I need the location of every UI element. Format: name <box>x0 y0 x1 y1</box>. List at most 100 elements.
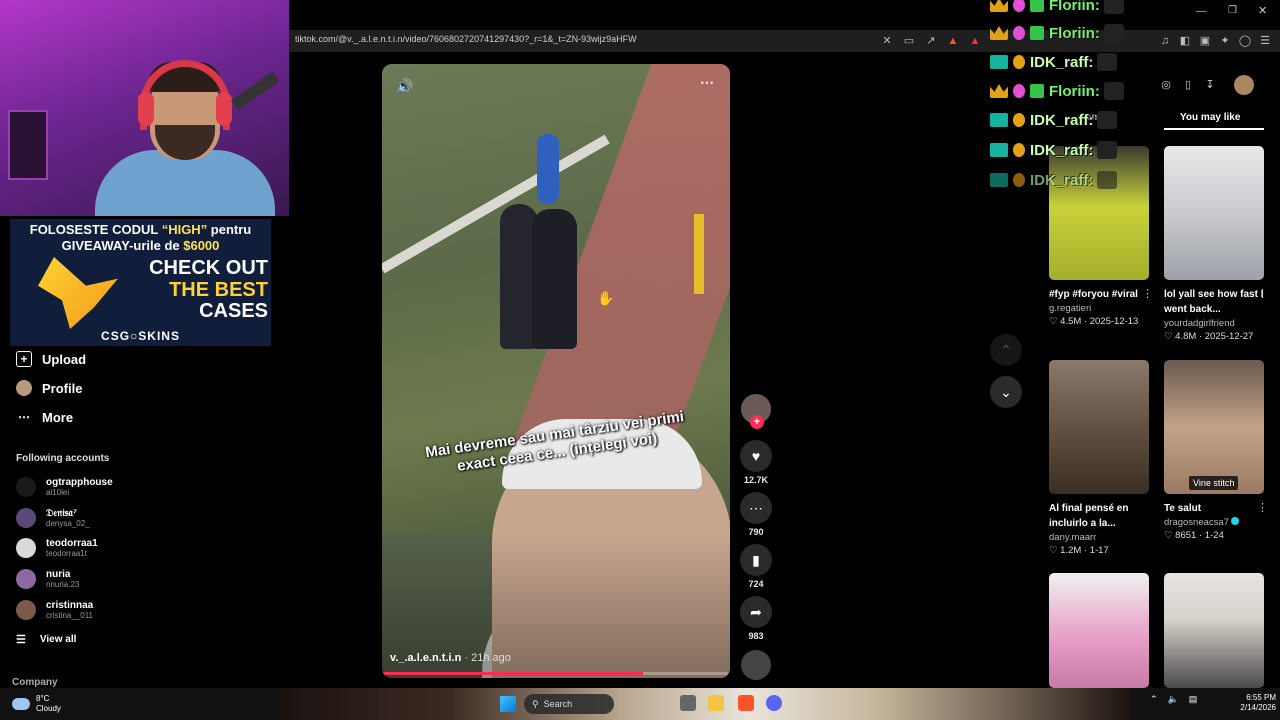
previous-video-button[interactable]: ⌃ <box>990 334 1022 366</box>
save-action[interactable]: ▮ 724 <box>740 544 772 589</box>
video-author[interactable]: v._.a.l.e.n.t.i.n <box>390 652 461 664</box>
vpn-shield-icon[interactable]: ◯ <box>1237 33 1253 49</box>
brave-rewards-icon[interactable]: ▲ <box>967 33 983 49</box>
webcam-headset-ear-left <box>138 92 154 126</box>
recommended-video-card[interactable]: Vine stitch Te salut dragosneacsa7 ♡ 865… <box>1164 360 1268 541</box>
nav-profile[interactable]: Profile <box>16 377 82 399</box>
share-icon[interactable]: ↗ <box>923 33 939 49</box>
card-author[interactable]: dragosneacsa7 <box>1164 517 1229 528</box>
follow-plus-icon[interactable]: + <box>750 415 764 429</box>
nav-upload[interactable]: + Upload <box>16 348 86 370</box>
subscriber-badge-icon <box>1013 55 1025 69</box>
brave-shields-icon[interactable]: ▲ <box>945 33 961 49</box>
volume-icon[interactable]: 🔊 <box>396 78 413 95</box>
share-arrow-icon[interactable]: ➦ <box>740 596 772 628</box>
recommended-video-card[interactable]: Al final pensé en incluirlo a la... dany… <box>1049 360 1149 556</box>
card-date: 2025-12-13 <box>1089 316 1139 327</box>
video-thumbnail[interactable]: Vine stitch <box>1164 360 1264 494</box>
brave-browser-icon[interactable] <box>738 695 754 711</box>
phone-icon[interactable]: ▯ <box>1178 75 1198 95</box>
card-author[interactable]: g.regatieri <box>1049 303 1149 314</box>
sidebar-icon[interactable]: ◧ <box>1177 33 1193 49</box>
video-thumbnail[interactable] <box>1164 146 1264 280</box>
following-account[interactable]: nuria nnuria.23 <box>16 565 79 593</box>
music-icon[interactable]: ♫ <box>1157 33 1173 49</box>
comment-action[interactable]: ⋯ 790 <box>740 492 772 537</box>
card-more-icon[interactable]: ⋮ <box>1257 287 1268 300</box>
maximize-icon[interactable]: ❐ <box>1228 5 1237 16</box>
next-video-button[interactable]: ⌄ <box>990 376 1022 408</box>
music-disc-icon[interactable] <box>741 650 771 680</box>
card-likes: ♡ 4.5M <box>1049 316 1082 327</box>
video-player[interactable]: Mai devreme sau mai târziu vei primi exa… <box>382 64 730 678</box>
card-more-icon[interactable]: ⋮ <box>1257 501 1268 514</box>
chat-message: Floriin: <box>990 22 1124 44</box>
heart-icon[interactable]: ♥ <box>740 440 772 472</box>
video-thumbnail[interactable] <box>1164 573 1264 688</box>
following-account[interactable]: ogtrapphouse ai10lei <box>16 473 113 501</box>
comment-icon[interactable]: ⋯ <box>740 492 772 524</box>
nav-more[interactable]: ⋯ More <box>16 406 73 428</box>
close-icon[interactable]: ✕ <box>1258 4 1267 17</box>
card-title: lol yall see how fast I went back... <box>1164 289 1264 315</box>
more-options-icon[interactable]: ⋯ <box>700 74 714 91</box>
chat-message: Floriin: <box>990 0 1124 16</box>
recommended-video-card[interactable] <box>1049 573 1149 688</box>
list-icon: ☰ <box>16 634 26 646</box>
browser-address-bar: tiktok.com/@v._.a.l.e.n.t.i.n/video/7606… <box>289 30 1280 52</box>
tray-overflow-icon[interactable]: ⌃ <box>1150 694 1158 705</box>
menu-icon[interactable]: ☰ <box>1257 33 1273 49</box>
like-action[interactable]: ♥ 12.7K <box>740 440 772 485</box>
file-explorer-icon[interactable] <box>708 695 724 711</box>
following-account[interactable]: cristinnaa cristina__011 <box>16 596 93 624</box>
chat-username: IDK_raff: <box>1030 141 1094 159</box>
recommended-video-card[interactable]: lol yall see how fast I went back... you… <box>1164 146 1268 342</box>
compass-icon[interactable]: ◎ <box>1156 75 1176 95</box>
download-icon[interactable]: ↧ <box>1200 75 1220 95</box>
ad-line-1-prefix: FOLOSESTE CODUL <box>29 222 162 237</box>
video-thumbnail[interactable] <box>1049 360 1149 494</box>
emote-icon <box>1097 53 1118 71</box>
weather-widget[interactable]: 8°C Cloudy <box>12 694 61 714</box>
card-more-icon[interactable]: ⋮ <box>1142 287 1153 300</box>
speaker-icon[interactable]: 🔈 <box>1168 694 1179 705</box>
tab-you-may-like[interactable]: You may like <box>1180 112 1240 123</box>
cast-icon[interactable]: ▭ <box>901 33 917 49</box>
task-view-icon[interactable] <box>680 695 696 711</box>
chat-username: Floriin: <box>1049 0 1100 14</box>
footer-company[interactable]: Company <box>12 677 58 688</box>
cloud-icon <box>12 698 30 710</box>
card-title: Te salut <box>1164 503 1202 514</box>
user-avatar[interactable] <box>1234 75 1254 95</box>
share-action[interactable]: ➦ 983 <box>740 596 772 641</box>
account-avatar <box>16 477 36 497</box>
gift-badge-icon <box>1030 0 1044 12</box>
card-author[interactable]: yourdadgirlfriend <box>1164 318 1264 329</box>
recommended-video-card[interactable] <box>1164 573 1264 688</box>
wallet-icon[interactable]: ▣ <box>1197 33 1213 49</box>
ai-assistant-icon[interactable]: ✦ <box>1217 33 1233 49</box>
mute-site-icon[interactable]: ✕ <box>879 33 895 49</box>
discord-icon[interactable] <box>766 695 782 711</box>
minimize-icon[interactable]: — <box>1196 6 1206 17</box>
card-author-line[interactable]: dragosneacsa7 <box>1164 517 1264 528</box>
taskbar-search[interactable]: ⚲ Search <box>524 694 614 714</box>
video-thumbnail[interactable] <box>1049 573 1149 688</box>
following-account[interactable]: 𝔇𝔢𝔫𝔦𝔰𝔞⁷ denysa_02_ <box>16 504 90 532</box>
bookmark-icon[interactable]: ▮ <box>740 544 772 576</box>
account-name: teodorraa1 <box>46 537 98 549</box>
url-field[interactable]: tiktok.com/@v._.a.l.e.n.t.i.n/video/7606… <box>295 34 637 44</box>
video-author-line[interactable]: v._.a.l.e.n.t.i.n · 21h ago <box>390 652 511 664</box>
following-account[interactable]: teodorraa1 teodorraa1t <box>16 534 98 562</box>
account-handle: teodorraa1t <box>46 548 87 558</box>
chat-message: IDK_raff: <box>990 169 1118 191</box>
card-title: Al final pensé en incluirlo a la... <box>1049 503 1129 529</box>
card-author[interactable]: dany.maarr <box>1049 532 1149 543</box>
windows-start-icon[interactable] <box>500 696 516 712</box>
knife-graphic <box>38 257 118 329</box>
video-thumbnail[interactable] <box>1049 146 1149 280</box>
video-progress-bar[interactable] <box>382 672 730 675</box>
network-icon[interactable]: ▤ <box>1189 694 1198 705</box>
view-all-link[interactable]: ☰ View all <box>16 633 76 646</box>
taskbar-clock[interactable]: 6:55 PM 2/14/2026 <box>1220 693 1276 713</box>
